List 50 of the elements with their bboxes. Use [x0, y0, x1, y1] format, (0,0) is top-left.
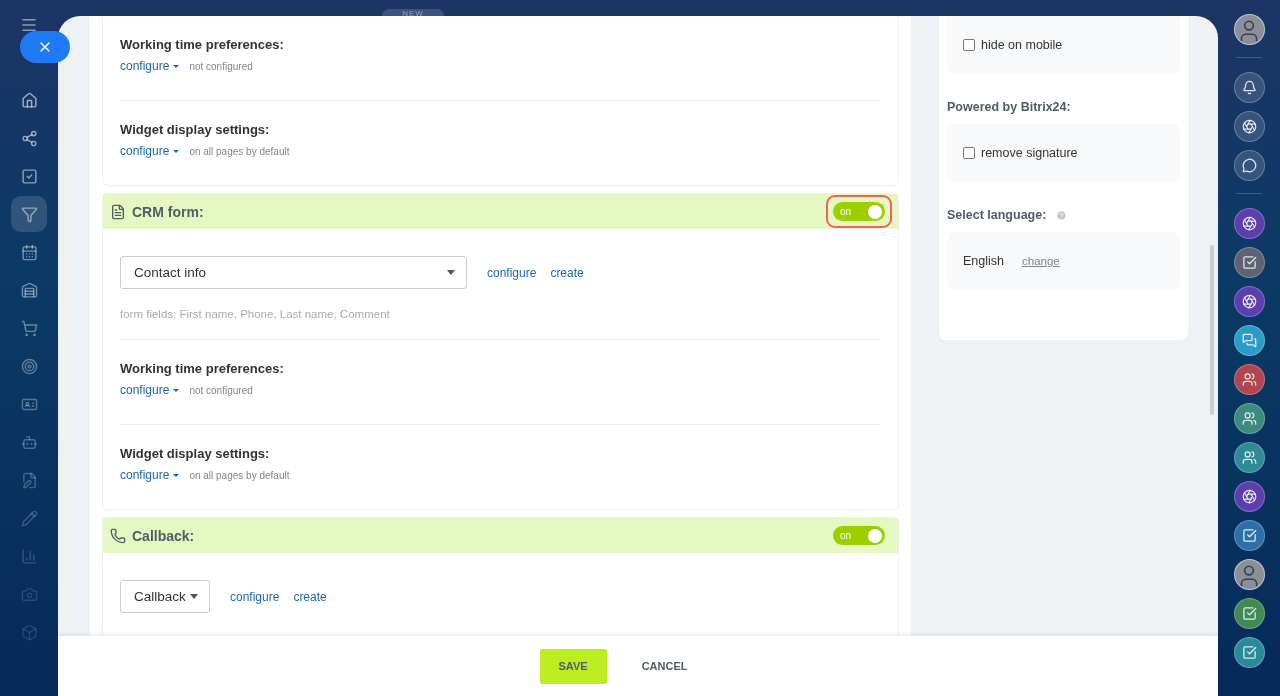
setting-title: Working time preferences:: [120, 37, 285, 52]
checkbox-option[interactable]: hide on mobile: [963, 38, 1063, 52]
setting-note: not configured: [189, 384, 253, 396]
action-link[interactable]: configure: [487, 265, 537, 280]
funnel-icon[interactable]: [11, 196, 47, 232]
action-link[interactable]: create: [550, 265, 584, 280]
menu-icon[interactable]: [20, 16, 38, 34]
section-title: CRM form:: [132, 203, 205, 220]
setting-title: Widget display settings:: [120, 446, 271, 461]
configure-link[interactable]: configure: [120, 383, 180, 397]
section-title: Callback:: [132, 527, 196, 544]
phone-icon: [110, 527, 126, 544]
task-icon[interactable]: [1233, 598, 1265, 629]
configure-link[interactable]: configure: [120, 59, 180, 73]
setting-note: not configured: [189, 60, 253, 72]
form-fields-hint: form fields: First name, Phone, Last name, Comment: [120, 308, 391, 322]
bell-icon[interactable]: [1233, 72, 1265, 103]
dropdown-select[interactable]: Contact info: [120, 256, 467, 289]
avatar[interactable]: [1233, 559, 1265, 590]
action-link[interactable]: create: [293, 589, 327, 604]
task-icon[interactable]: [1233, 520, 1265, 551]
configure-link[interactable]: configure: [120, 468, 180, 482]
chat-icon[interactable]: [1233, 150, 1265, 181]
setting-title: Widget display settings:: [120, 122, 271, 137]
spiral-icon[interactable]: [1233, 111, 1265, 142]
people-icon[interactable]: [1233, 403, 1265, 434]
section-heading: Select language:: [947, 208, 1047, 222]
cancel-button[interactable]: CANCEL: [622, 648, 707, 684]
section-heading: Powered by Bitrix24:: [947, 100, 1071, 114]
spiral-icon[interactable]: [1233, 208, 1265, 239]
setting-title: Working time preferences:: [120, 361, 285, 376]
people-icon[interactable]: [1233, 442, 1265, 473]
checkbox-option[interactable]: remove signature: [963, 146, 1078, 160]
change-link[interactable]: change: [1022, 255, 1060, 267]
setting-note: on all pages by default: [189, 145, 290, 157]
save-button[interactable]: SAVE: [539, 648, 607, 684]
avatar[interactable]: [1233, 14, 1265, 45]
spiral-icon[interactable]: [1233, 481, 1265, 512]
spiral-icon[interactable]: [1233, 286, 1265, 317]
people-icon[interactable]: [1233, 364, 1265, 395]
language-value: English: [963, 254, 1004, 268]
form-icon: [110, 203, 126, 220]
configure-link[interactable]: configure: [120, 144, 180, 158]
setting-note: on all pages by default: [189, 469, 290, 481]
action-link[interactable]: configure: [230, 589, 280, 604]
close-button[interactable]: [20, 31, 70, 63]
task-icon[interactable]: [1233, 637, 1265, 668]
messages-icon[interactable]: [1233, 325, 1265, 356]
task-icon[interactable]: [1233, 247, 1265, 278]
dropdown-select[interactable]: Callback: [120, 580, 210, 613]
